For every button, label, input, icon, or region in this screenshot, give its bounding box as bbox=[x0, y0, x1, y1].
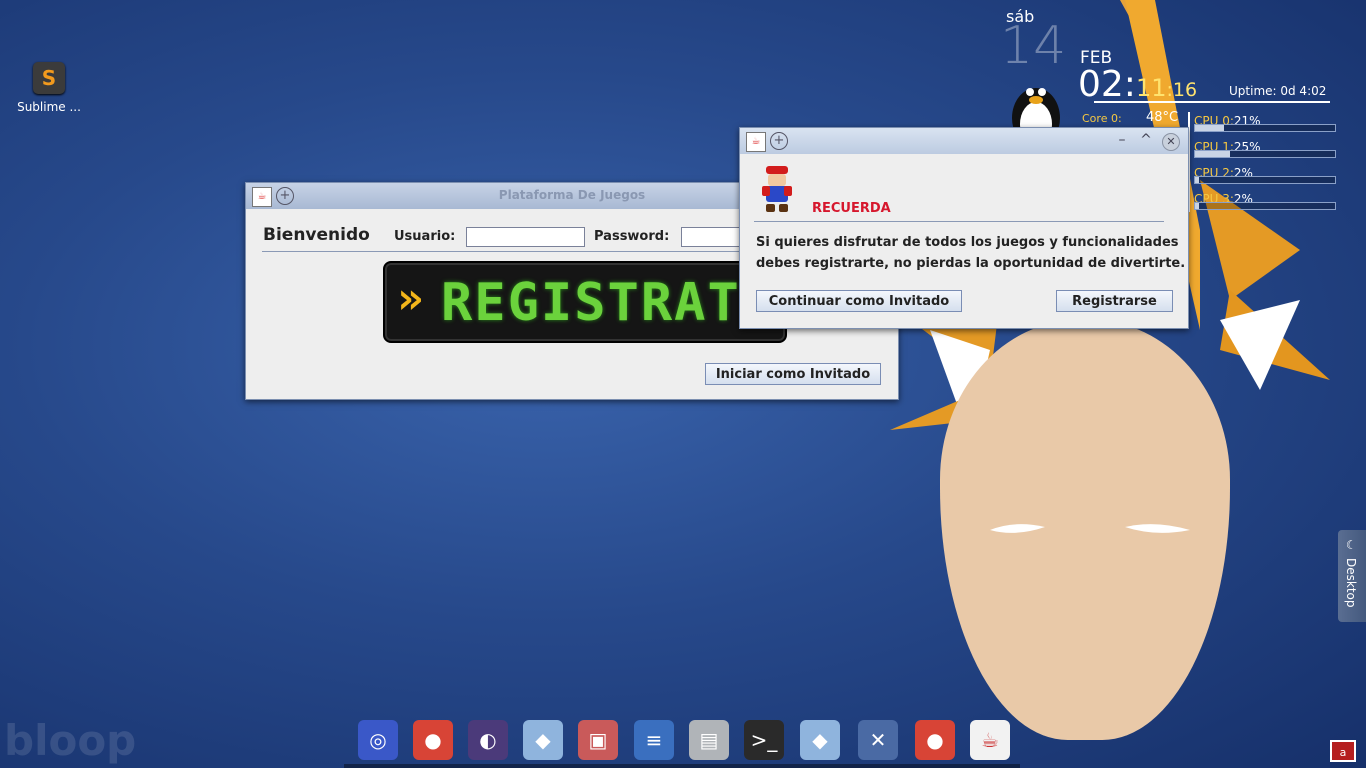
register-button[interactable]: Registrarse bbox=[1056, 290, 1173, 312]
guest-login-button[interactable]: Iniciar como Invitado bbox=[705, 363, 881, 385]
clock-second: :16 bbox=[1166, 79, 1198, 101]
cpu-bar bbox=[1194, 202, 1336, 210]
cpu-bar bbox=[1194, 124, 1336, 132]
tray-app-icon[interactable]: a bbox=[1330, 740, 1356, 762]
password-label: Password: bbox=[594, 229, 670, 244]
side-tab-label: Desktop bbox=[1344, 558, 1358, 608]
banner-text: REGISTRATE bbox=[441, 273, 775, 333]
dialog-heading: RECUERDA bbox=[812, 201, 891, 216]
core-temp-label: Core 0: bbox=[1082, 112, 1122, 125]
wallpaper-eyes bbox=[990, 524, 1190, 533]
cpu-bar bbox=[1194, 150, 1336, 158]
reminder-dialog: ☕ + – ^ ✕ RECUERDA Si quieres disfrutar … bbox=[739, 127, 1189, 329]
dialog-message-line1: Si quieres disfrutar de todos los juegos… bbox=[756, 235, 1179, 250]
minimize-icon[interactable]: – bbox=[1114, 133, 1130, 149]
cpu-meter: CPU 1:25% bbox=[1194, 136, 1336, 162]
clock-divider bbox=[1094, 101, 1330, 103]
java-app-icon[interactable]: ☕ bbox=[746, 132, 766, 152]
brand-watermark: bloop bbox=[4, 716, 137, 765]
continue-as-guest-button[interactable]: Continuar como Invitado bbox=[756, 290, 962, 312]
cpu-bar-fill bbox=[1195, 125, 1225, 131]
maximize-icon[interactable]: ^ bbox=[1138, 133, 1154, 149]
app-dock: ◎ ● ◐ ◆ ▣ ≡ ▤ >_ ◆ ✕ ● ☕ bbox=[350, 714, 1014, 768]
chrome-icon[interactable]: ● bbox=[915, 720, 955, 760]
username-input[interactable] bbox=[466, 227, 585, 247]
cpu-meter: CPU 3:2% bbox=[1194, 188, 1336, 214]
terminal-icon[interactable]: >_ bbox=[744, 720, 784, 760]
document-writer-icon[interactable]: ≡ bbox=[634, 720, 674, 760]
network-globe-icon[interactable]: ◎ bbox=[358, 720, 398, 760]
desktop-side-tab[interactable]: ☾ Desktop bbox=[1338, 530, 1366, 622]
dialog-message-line2: debes registrarte, no pierdas la oportun… bbox=[756, 256, 1186, 271]
clock-weekday: sáb bbox=[1006, 7, 1035, 26]
file-cabinet-icon[interactable]: ▤ bbox=[689, 720, 729, 760]
banner-arrows: » bbox=[397, 273, 424, 324]
cpu-meter: CPU 2:2% bbox=[1194, 162, 1336, 188]
sublime-text-icon: S bbox=[33, 62, 65, 94]
virtualbox-cube-icon[interactable]: ◆ bbox=[800, 720, 840, 760]
cpu-bar bbox=[1194, 176, 1336, 184]
desktop-icon-label: Sublime ... bbox=[17, 100, 81, 114]
settings-tools-icon[interactable]: ✕ bbox=[858, 720, 898, 760]
dialog-separator bbox=[754, 221, 1164, 222]
mario-icon bbox=[762, 166, 792, 212]
cpu-bar-fill bbox=[1195, 177, 1200, 183]
eclipse-icon[interactable]: ◐ bbox=[468, 720, 508, 760]
cpu-bar-fill bbox=[1195, 151, 1230, 157]
virtualbox-cube-icon[interactable]: ◆ bbox=[523, 720, 563, 760]
java-icon[interactable]: ☕ bbox=[970, 720, 1010, 760]
clock-time: 02:11:16 bbox=[1078, 64, 1197, 105]
cpu-meter: CPU 0:21% bbox=[1194, 110, 1336, 136]
clock-hour: 02: bbox=[1078, 64, 1136, 105]
header-separator bbox=[262, 251, 742, 252]
user-label: Usuario: bbox=[394, 229, 456, 244]
media-manager-icon[interactable]: ▣ bbox=[578, 720, 618, 760]
desktop-icon-sublime[interactable]: S Sublime ... bbox=[10, 62, 88, 114]
pin-icon[interactable]: + bbox=[770, 132, 788, 150]
clock-minute: 11 bbox=[1135, 74, 1167, 102]
welcome-heading: Bienvenido bbox=[263, 225, 370, 245]
uptime-text: Uptime: 0d 4:02 bbox=[1229, 84, 1327, 98]
chrome-icon[interactable]: ● bbox=[413, 720, 453, 760]
dialog-titlebar[interactable]: ☕ + – ^ ✕ bbox=[740, 128, 1188, 154]
moon-icon: ☾ bbox=[1346, 538, 1357, 552]
cpu-bar-fill bbox=[1195, 203, 1200, 209]
close-icon[interactable]: ✕ bbox=[1162, 133, 1180, 151]
core-temp-value: 48°C bbox=[1146, 110, 1179, 125]
register-banner[interactable]: » REGISTRATE bbox=[383, 261, 787, 343]
